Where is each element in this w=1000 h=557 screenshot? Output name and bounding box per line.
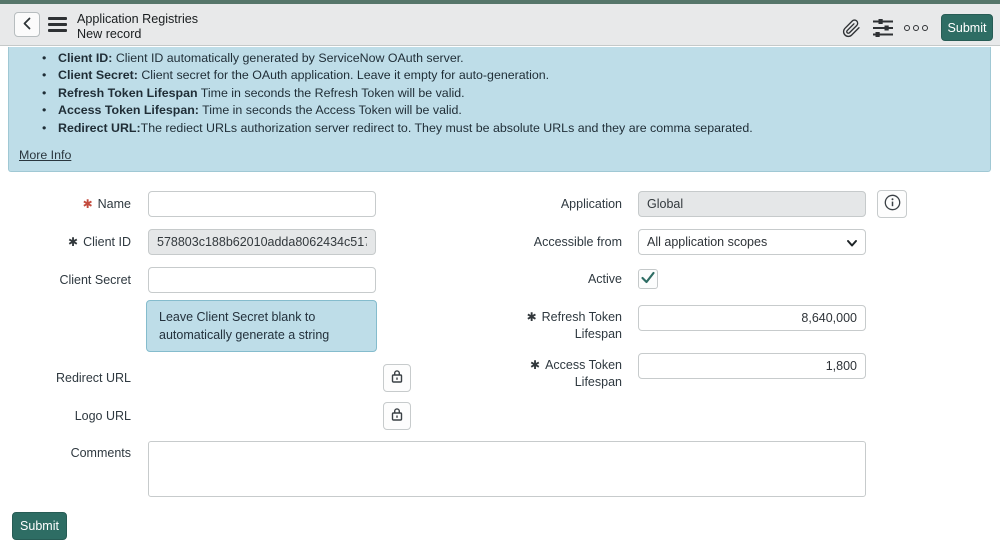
active-checkbox[interactable] [638, 269, 658, 289]
redirect-url-lock-button[interactable] [383, 364, 411, 392]
info-bullet-refresh-token: Refresh Token Lifespan Time in seconds t… [58, 85, 970, 102]
client-secret-input[interactable] [148, 267, 376, 293]
form-header: Application Registries New record Submit [0, 4, 1000, 46]
logo-url-lock-button[interactable] [383, 402, 411, 430]
selected-option: All application scopes [647, 235, 767, 249]
lock-icon [390, 369, 404, 387]
required-icon: ✱ [83, 197, 93, 211]
back-button[interactable] [14, 12, 40, 37]
field-help-info-box: Client ID: Client ID automatically gener… [8, 47, 991, 172]
name-label: ✱Name [0, 197, 131, 211]
page-subtitle: New record [77, 27, 198, 42]
info-bullet-access-token: Access Token Lifespan: Time in seconds t… [58, 102, 970, 119]
comments-textarea[interactable] [148, 441, 866, 497]
comments-field-row: Comments [0, 441, 866, 497]
access-token-lifespan-label: ✱Access Token Lifespan [500, 357, 622, 391]
name-field-row: ✱Name [0, 191, 376, 217]
client-secret-field-row: Client Secret [0, 267, 376, 293]
client-id-field-row: ✱Client ID [0, 229, 376, 255]
logo-url-label: Logo URL [0, 409, 131, 423]
lock-icon [390, 407, 404, 425]
refresh-token-lifespan-label: ✱Refresh Token Lifespan [500, 309, 622, 343]
accessible-from-label: Accessible from [500, 235, 622, 249]
page-title: Application Registries [77, 12, 198, 27]
active-label: Active [500, 272, 622, 286]
application-label: Application [500, 197, 622, 211]
accessible-from-select[interactable]: All application scopes [638, 229, 866, 255]
info-icon [884, 194, 901, 214]
active-field-row: Active [500, 269, 658, 289]
info-bullet-client-secret: Client Secret: Client secret for the OAu… [58, 67, 970, 84]
client-secret-label: Client Secret [0, 273, 131, 287]
refresh-token-lifespan-input[interactable] [638, 305, 866, 331]
client-id-input [148, 229, 376, 255]
record-title: Application Registries New record [77, 12, 198, 41]
required-icon: ✱ [68, 235, 78, 249]
required-icon: ✱ [527, 310, 537, 324]
info-bullet-list: Client ID: Client ID automatically gener… [9, 50, 990, 137]
chevron-down-icon [846, 237, 858, 252]
client-id-label: ✱Client ID [0, 235, 131, 249]
required-icon: ✱ [530, 358, 540, 372]
submit-button-footer[interactable]: Submit [12, 512, 67, 540]
info-bullet-client-id: Client ID: Client ID automatically gener… [58, 50, 970, 67]
refresh-token-lifespan-field-row: ✱Refresh Token Lifespan [500, 305, 866, 343]
application-field-row: Application [500, 191, 866, 217]
more-options-icon[interactable] [904, 21, 934, 35]
personalize-form-icon[interactable] [871, 16, 895, 40]
more-info-link[interactable]: More Info [19, 148, 71, 162]
chevron-left-icon [22, 17, 32, 33]
application-input [638, 191, 866, 217]
submit-button-header[interactable]: Submit [941, 14, 993, 41]
redirect-url-field-row: Redirect URL [0, 364, 131, 392]
application-info-button[interactable] [877, 190, 907, 218]
redirect-url-label: Redirect URL [0, 371, 131, 385]
access-token-lifespan-input[interactable] [638, 353, 866, 379]
accessible-from-field-row: Accessible from All application scopes [500, 229, 866, 255]
client-secret-note: Leave Client Secret blank to automatical… [146, 300, 377, 352]
context-menu-icon[interactable] [48, 17, 67, 34]
paperclip-icon[interactable] [839, 16, 863, 40]
comments-label: Comments [0, 441, 131, 460]
name-input[interactable] [148, 191, 376, 217]
checkmark-icon [640, 271, 656, 288]
logo-url-field-row: Logo URL [0, 402, 131, 430]
info-bullet-redirect-url: Redirect URL:The rediect URLs authorizat… [58, 120, 970, 137]
access-token-lifespan-field-row: ✱Access Token Lifespan [500, 353, 866, 391]
